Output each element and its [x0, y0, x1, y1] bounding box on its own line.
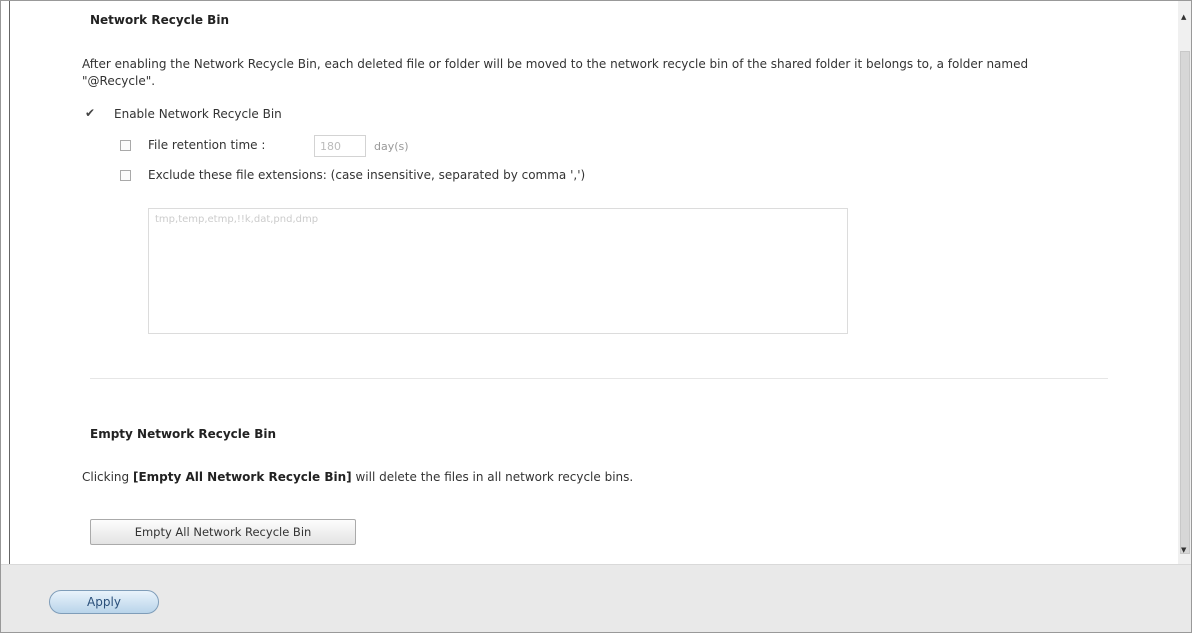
exclude-extensions-textarea[interactable]: tmp,temp,etmp,!!k,dat,pnd,dmp [148, 208, 848, 334]
empty-desc-suffix: will delete the files in all network rec… [351, 470, 634, 484]
footer-bar: Apply [1, 564, 1191, 632]
recycle-bin-description: After enabling the Network Recycle Bin, … [82, 57, 1029, 88]
apply-button[interactable]: Apply [49, 590, 159, 614]
vertical-scrollbar[interactable]: ▲ ▼ [1178, 1, 1191, 564]
retention-unit-label: day(s) [374, 140, 409, 153]
empty-recycle-bin-title: Empty Network Recycle Bin [90, 427, 277, 441]
exclude-extensions-checkbox[interactable] [120, 170, 131, 181]
recycle-bin-title: Network Recycle Bin [90, 13, 229, 27]
empty-desc-prefix: Clicking [82, 470, 133, 484]
empty-recycle-bin-description: Clicking [Empty All Network Recycle Bin]… [82, 470, 633, 484]
enable-recycle-bin-checkbox[interactable] [85, 106, 96, 120]
settings-window: Network Recycle Bin After enabling the N… [0, 0, 1192, 633]
exclude-extensions-label: Exclude these file extensions: (case ins… [148, 168, 586, 182]
scrollbar-thumb[interactable] [1180, 51, 1190, 554]
settings-content: Network Recycle Bin After enabling the N… [9, 1, 1178, 564]
empty-desc-bold: [Empty All Network Recycle Bin] [132, 470, 352, 484]
enable-recycle-bin-label: Enable Network Recycle Bin [114, 107, 282, 121]
file-retention-checkbox[interactable] [120, 140, 131, 151]
scroll-up-arrow-icon[interactable]: ▲ [1181, 13, 1186, 21]
section-divider [90, 378, 1108, 379]
empty-all-recycle-bin-button[interactable]: Empty All Network Recycle Bin [90, 519, 356, 545]
retention-days-input[interactable] [314, 135, 366, 157]
file-retention-label: File retention time : [148, 138, 266, 152]
scroll-down-arrow-icon[interactable]: ▼ [1181, 546, 1186, 554]
